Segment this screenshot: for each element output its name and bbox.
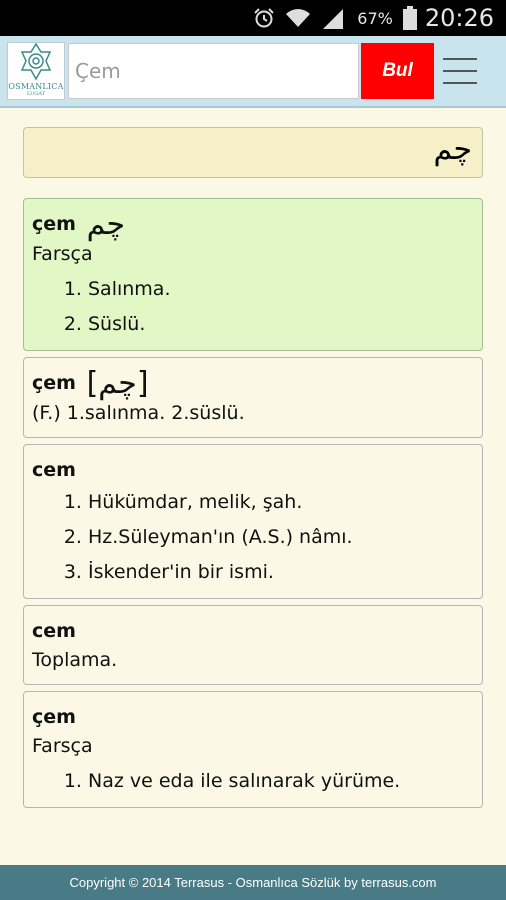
meaning-item: Salınma.	[88, 272, 474, 307]
entry-arabic: [چم]	[86, 366, 149, 401]
meaning-item: Naz ve eda ile salınarak yürüme.	[88, 764, 474, 799]
entry-term: çem	[32, 706, 76, 728]
meaning-list: Salınma. Süslü.	[32, 272, 474, 342]
signal-icon	[321, 7, 345, 29]
battery-icon	[402, 6, 417, 30]
result-card[interactable]: çem چم Farsça Salınma. Süslü.	[23, 198, 483, 351]
search-input[interactable]: Çem	[68, 43, 359, 99]
meaning-list: Hükümdar, melik, şah. Hz.Süleyman'ın (A.…	[32, 485, 474, 590]
meaning-list: Naz ve eda ile salınarak yürüme.	[32, 764, 474, 799]
footer-copyright[interactable]: Copyright © 2014 Terrasus - Osmanlıca Sö…	[0, 865, 506, 900]
logo-text: OSMANLICA	[8, 82, 64, 91]
clock: 20:26	[424, 4, 494, 32]
status-bar: 67% 20:26	[0, 0, 506, 36]
alarm-icon	[253, 7, 275, 29]
wifi-icon	[285, 7, 311, 29]
meaning-item: Süslü.	[88, 307, 474, 342]
entry-definition: Toplama.	[32, 649, 118, 671]
entry-origin: Farsça	[32, 735, 93, 757]
entry-origin: Farsça	[32, 243, 93, 265]
meaning-item: Hükümdar, melik, şah.	[88, 485, 474, 520]
meaning-item: İskender'in bir ismi.	[88, 555, 474, 590]
entry-term: çem	[32, 372, 76, 394]
meaning-item: Hz.Süleyman'ın (A.S.) nâmı.	[88, 520, 474, 555]
entry-definition: (F.) 1.salınma. 2.süslü.	[32, 402, 245, 424]
logo-subtext: LUGAT	[27, 91, 45, 97]
result-card[interactable]: çem Farsça Naz ve eda ile salınarak yürü…	[23, 691, 483, 808]
hamburger-menu-icon[interactable]	[443, 58, 477, 84]
battery-percentage: 67%	[357, 8, 393, 28]
search-button[interactable]: Bul	[361, 43, 434, 99]
result-card[interactable]: cem Toplama.	[23, 605, 483, 685]
results-list: چم çem چم Farsça Salınma. Süslü. çem [چم…	[23, 127, 483, 814]
app-header: OSMANLICA LUGAT Çem Bul	[0, 36, 506, 108]
result-card[interactable]: cem Hükümdar, melik, şah. Hz.Süleyman'ın…	[23, 444, 483, 599]
ottoman-word-box: چم	[23, 127, 483, 178]
entry-term: cem	[32, 459, 76, 481]
entry-arabic: چم	[86, 207, 126, 242]
entry-term: cem	[32, 620, 76, 642]
ottoman-word: چم	[433, 132, 472, 167]
entry-term: çem	[32, 213, 76, 235]
result-card[interactable]: çem [چم] (F.) 1.salınma. 2.süslü.	[23, 357, 483, 438]
app-logo[interactable]: OSMANLICA LUGAT	[7, 42, 65, 100]
logo-ornament-icon	[20, 43, 52, 81]
